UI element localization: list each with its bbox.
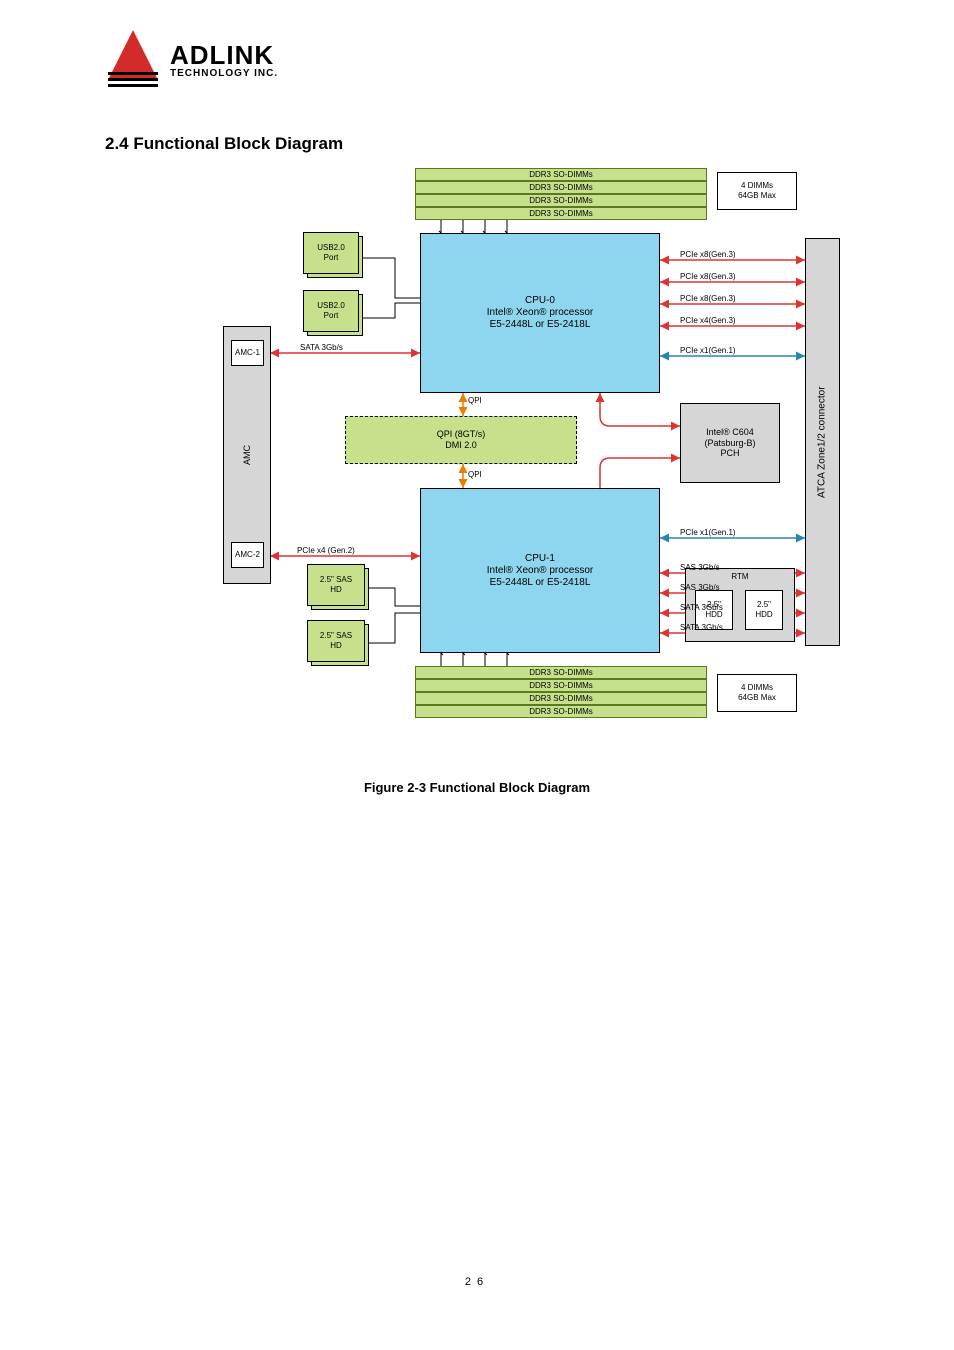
page-number: 26 xyxy=(0,1276,954,1288)
cpu0: CPU-0 Intel® Xeon® processor E5-2448L or… xyxy=(420,233,660,393)
usb1-l1: USB2.0 xyxy=(317,301,345,311)
ddr-bot-0: DDR3 SO-DIMMs xyxy=(415,666,707,679)
logo-base xyxy=(108,72,158,90)
qpi-dmi-box: QPI (8GT/s) DMI 2.0 xyxy=(345,416,577,464)
rtm-title: RTM xyxy=(731,572,748,582)
ddr-top-1: DDR3 SO-DIMMs xyxy=(415,181,707,194)
sas-hd-0: 2.5" SAS HD xyxy=(307,564,365,606)
cpu1: CPU-1 Intel® Xeon® processor E5-2448L or… xyxy=(420,488,660,653)
usb-port-1: USB2.0 Port xyxy=(303,290,359,332)
ddr-top-note: 4 DIMMs 64GB Max xyxy=(717,172,797,210)
bus-amc2: PCIe x4 (Gen.2) xyxy=(297,546,355,555)
logo-title: ADLINK xyxy=(170,40,274,71)
atca-connector: ATCA Zone1/2 connector xyxy=(805,238,840,646)
bus-sata-rtm-b: SATA 3Gb/s xyxy=(680,623,723,632)
figure-caption: Figure 2-3 Functional Block Diagram xyxy=(0,780,954,795)
bus-pcie-x8-2: PCIe x8(Gen.3) xyxy=(680,272,736,281)
qpi-mid-label: QPI xyxy=(468,396,482,405)
ddr-bot-1: DDR3 SO-DIMMs xyxy=(415,679,707,692)
bus-pcie-x8-3: PCIe x8(Gen.3) xyxy=(680,294,736,303)
ddr-bot-2: DDR3 SO-DIMMs xyxy=(415,692,707,705)
bus-amc1: SATA 3Gb/s xyxy=(300,343,343,352)
ddr-top-3: DDR3 SO-DIMMs xyxy=(415,207,707,220)
bus-sas-a: SAS 3Gb/s xyxy=(680,563,720,572)
bus-sata-rtm-a: SATA 3Gb/s xyxy=(680,603,723,612)
usb0-l1: USB2.0 xyxy=(317,243,345,253)
dmi-label: DMI 2.0 xyxy=(445,440,477,451)
ddr-top-0: DDR3 SO-DIMMs xyxy=(415,168,707,181)
qpi-mid-label-2: QPI xyxy=(468,470,482,479)
bus-pcie-x1: PCIe x1(Gen.1) xyxy=(680,346,736,355)
usb-port-0: USB2.0 Port xyxy=(303,232,359,274)
usb0-l2: Port xyxy=(324,253,339,263)
ddr-top-2: DDR3 SO-DIMMs xyxy=(415,194,707,207)
bus-pcie-x1-b: PCIe x1(Gen.1) xyxy=(680,528,736,537)
section-title: 2.4 Functional Block Diagram xyxy=(105,134,343,154)
usb1-l2: Port xyxy=(324,311,339,321)
amc-title: AMC xyxy=(242,445,253,465)
bus-pcie-x8-1: PCIe x8(Gen.3) xyxy=(680,250,736,259)
logo-subtitle: TECHNOLOGY INC. xyxy=(170,68,278,79)
ddr-bot-note: 4 DIMMs 64GB Max xyxy=(717,674,797,712)
qpi-label: QPI (8GT/s) xyxy=(437,429,486,440)
amc-2: AMC-2 xyxy=(231,542,264,568)
amc-1: AMC-1 xyxy=(231,340,264,366)
ddr-bot-3: DDR3 SO-DIMMs xyxy=(415,705,707,718)
bus-pcie-x4: PCIe x4(Gen.3) xyxy=(680,316,736,325)
sas-hd-1: 2.5" SAS HD xyxy=(307,620,365,662)
block-diagram: DDR3 SO-DIMMs DDR3 SO-DIMMs DDR3 SO-DIMM… xyxy=(105,168,855,768)
bus-sas-b: SAS 3Gb/s xyxy=(680,583,720,592)
pch: Intel® C604 (Patsburg-B) PCH xyxy=(680,403,780,483)
rtm-hd-2: 2.5" HDD xyxy=(745,590,783,630)
